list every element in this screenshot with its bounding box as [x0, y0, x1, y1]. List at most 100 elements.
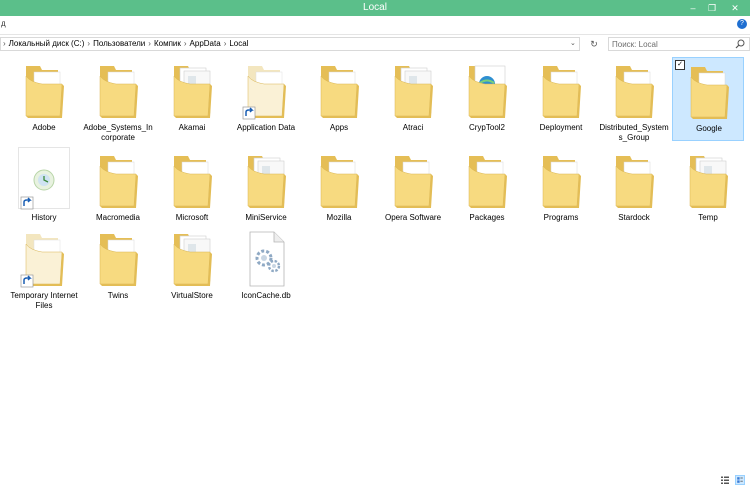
ribbon: д ? [0, 16, 750, 35]
refresh-button[interactable]: ↻ [586, 37, 602, 51]
file-item-label: Stardock [618, 213, 650, 222]
title-bar: Local – ❐ ✕ [0, 0, 750, 16]
file-item[interactable]: Twins [82, 225, 154, 309]
navigation-bar: › Локальный диск (C:) › Пользователи › Компик… [0, 35, 750, 53]
folder-icon [315, 152, 363, 210]
file-item-label: Google [696, 124, 722, 133]
file-item[interactable]: VirtualStore [156, 225, 228, 309]
folder-icon [168, 62, 216, 120]
checkbox-icon[interactable]: ✓ [675, 60, 685, 70]
breadcrumb-item[interactable]: Пользователи [93, 38, 145, 50]
file-item[interactable]: Mozilla [303, 147, 375, 231]
file-item[interactable]: ✓ Google [672, 57, 744, 141]
minimize-button[interactable]: – [683, 0, 703, 16]
file-item[interactable]: Atraci [377, 57, 449, 141]
file-item-label: Adobe_Systems_Incorporate [83, 123, 153, 142]
history-shortcut-icon [20, 152, 68, 210]
breadcrumb-separator-icon[interactable]: › [148, 38, 151, 50]
file-item-label: Atraci [402, 123, 424, 132]
large-icons-view-icon[interactable] [735, 475, 745, 485]
file-item-label: Packages [469, 213, 505, 222]
breadcrumb-item[interactable]: Локальный диск (C:) [9, 38, 85, 50]
file-item-label: Temporary Internet Files [10, 291, 78, 310]
database-file-icon [242, 230, 290, 288]
file-item-label: Programs [543, 213, 579, 222]
folder-icon [389, 152, 437, 210]
file-item-label: Microsoft [175, 213, 209, 222]
file-item[interactable]: IconCache.db [230, 225, 302, 309]
breadcrumb-item[interactable]: Local [229, 38, 248, 50]
folder-icon [168, 152, 216, 210]
breadcrumb-separator-icon[interactable]: › [3, 38, 6, 50]
search-icon[interactable] [735, 39, 745, 49]
details-view-icon[interactable] [720, 475, 730, 485]
folder-icon [242, 152, 290, 210]
folder-shortcut-icon [242, 62, 290, 120]
folder-icon [684, 152, 732, 210]
file-item[interactable]: Macromedia [82, 147, 154, 231]
file-item-label: Adobe [32, 123, 56, 132]
file-item[interactable]: Temp [672, 147, 744, 231]
file-item-label: Opera Software [384, 213, 442, 222]
file-item[interactable]: Adobe_Systems_Incorporate [82, 57, 154, 142]
maximize-button[interactable]: ❐ [702, 0, 722, 16]
file-item[interactable]: Opera Software [377, 147, 449, 231]
file-item[interactable]: CrypTool2 [451, 57, 523, 141]
file-item-label: Application Data [236, 123, 296, 132]
file-item-label: History [31, 213, 57, 222]
help-icon[interactable]: ? [737, 19, 747, 29]
address-dropdown-icon[interactable]: ⌄ [570, 38, 576, 50]
breadcrumb: › Локальный диск (C:) › Пользователи › Компик… [3, 38, 251, 50]
file-item[interactable]: Stardock [598, 147, 670, 231]
folder-icon [463, 62, 511, 120]
folder-icon [94, 230, 142, 288]
file-item[interactable]: Temporary Internet Files [8, 225, 80, 310]
file-item[interactable]: Akamai [156, 57, 228, 141]
search-input[interactable] [612, 38, 732, 50]
breadcrumb-separator-icon[interactable]: › [184, 38, 187, 50]
file-item-label: IconCache.db [241, 291, 291, 300]
file-item[interactable]: Distributed_Systems_Group [598, 57, 670, 142]
file-item[interactable]: Deployment [525, 57, 597, 141]
folder-icon [537, 62, 585, 120]
breadcrumb-item[interactable]: AppData [190, 38, 221, 50]
file-item-label: Mozilla [326, 213, 352, 222]
folder-icon [94, 152, 142, 210]
file-item[interactable]: Programs [525, 147, 597, 231]
folder-icon [389, 62, 437, 120]
file-item[interactable]: MiniService [230, 147, 302, 231]
file-item-label: Deployment [539, 123, 583, 132]
folder-shortcut-icon [20, 230, 68, 288]
folder-icon [315, 62, 363, 120]
file-item-label: Distributed_Systems_Group [599, 123, 669, 142]
file-item[interactable]: Application Data [230, 57, 302, 141]
folder-icon [94, 62, 142, 120]
file-item[interactable]: Adobe [8, 57, 80, 141]
file-item-label: CrypTool2 [468, 123, 505, 132]
file-item[interactable]: Microsoft [156, 147, 228, 231]
folder-icon [463, 152, 511, 210]
file-item-label: Twins [107, 291, 129, 300]
file-item-label: Akamai [178, 123, 206, 132]
status-bar [0, 466, 750, 487]
folder-icon [610, 152, 658, 210]
breadcrumb-separator-icon[interactable]: › [87, 38, 90, 50]
ribbon-collapsed-tab[interactable]: д [1, 19, 6, 28]
folder-icon [168, 230, 216, 288]
file-item[interactable]: Apps [303, 57, 375, 141]
breadcrumb-item[interactable]: Компик [154, 38, 181, 50]
file-item-label: Temp [698, 213, 718, 222]
folder-icon [20, 62, 68, 120]
close-button[interactable]: ✕ [720, 0, 750, 16]
window-title: Local [363, 2, 387, 13]
address-bar[interactable]: › Локальный диск (C:) › Пользователи › Компик… [0, 37, 580, 51]
file-item-label: VirtualStore [171, 291, 213, 300]
folder-icon [685, 63, 733, 121]
search-box[interactable] [608, 37, 750, 51]
folder-icon [537, 152, 585, 210]
file-item-label: Macromedia [95, 213, 140, 222]
file-item[interactable]: History [8, 147, 80, 231]
file-item[interactable]: Packages [451, 147, 523, 231]
breadcrumb-separator-icon[interactable]: › [224, 38, 227, 50]
file-item-label: MiniService [245, 213, 287, 222]
